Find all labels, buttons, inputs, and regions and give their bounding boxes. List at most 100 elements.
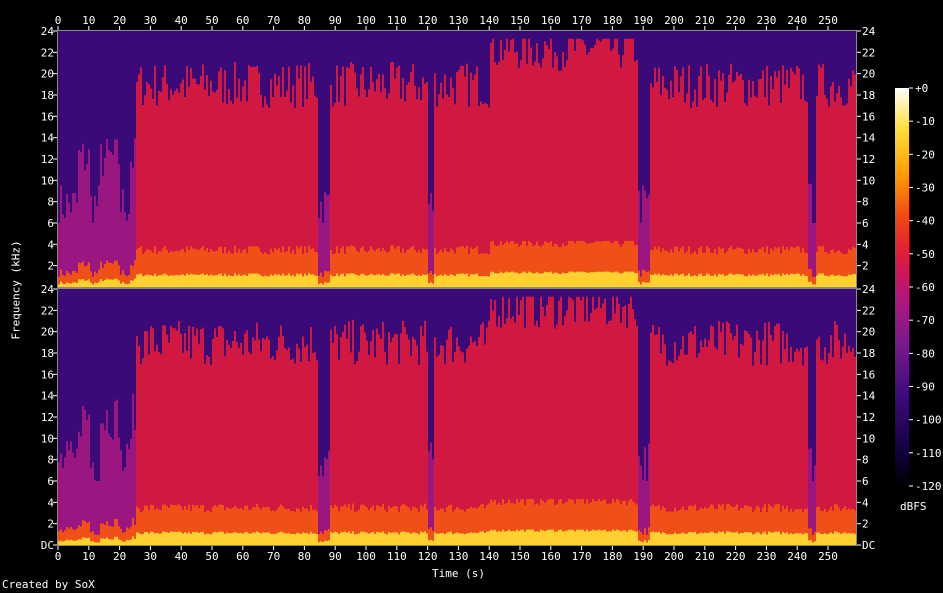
spectrum-column bbox=[172, 531, 174, 545]
spectrum-column bbox=[378, 532, 380, 545]
y-tick-label: 18 bbox=[862, 89, 875, 102]
spectrum-column bbox=[594, 272, 596, 287]
spectrum-column bbox=[292, 274, 294, 287]
spectrum-column bbox=[806, 276, 808, 287]
spectrum-column bbox=[62, 541, 64, 545]
spectrum-column bbox=[404, 531, 406, 545]
spectrum-column bbox=[534, 273, 536, 287]
spectrum-column bbox=[600, 271, 602, 287]
spectrum-column bbox=[392, 273, 394, 287]
spectrum-column bbox=[812, 542, 814, 545]
spectrum-column bbox=[338, 276, 340, 287]
spectrum-column bbox=[584, 531, 586, 545]
spectrum-column bbox=[610, 531, 612, 545]
x-tick-label: 220 bbox=[726, 14, 746, 27]
spectrum-column bbox=[254, 532, 256, 545]
spectrum-column bbox=[260, 533, 262, 545]
spectrum-column bbox=[106, 278, 108, 287]
spectrum-column bbox=[438, 275, 440, 287]
colorbar-tick-label: -110 bbox=[915, 447, 942, 460]
spectrum-column bbox=[328, 540, 330, 545]
x-axis-bottom: 0 10 20 30 40 50 60 70 80 90 100 110 120 130 140 150 160… bbox=[55, 546, 838, 563]
spectrum-column bbox=[100, 538, 102, 545]
spectrum-column bbox=[518, 530, 520, 545]
spectrum-column bbox=[358, 275, 360, 287]
spectrum-column bbox=[302, 276, 304, 287]
spectrum-column bbox=[442, 275, 444, 287]
spectrum-column bbox=[280, 531, 282, 545]
spectrum-column bbox=[726, 531, 728, 545]
spectrum-column bbox=[282, 532, 284, 545]
spectrum-column bbox=[124, 283, 126, 287]
spectrum-column bbox=[846, 276, 848, 287]
spectrum-column bbox=[390, 532, 392, 545]
spectrum-column bbox=[582, 271, 584, 287]
spectrum-column bbox=[340, 274, 342, 287]
spectrum-column bbox=[304, 533, 306, 545]
spectrum-column bbox=[130, 539, 132, 545]
spectrum-column bbox=[640, 284, 642, 287]
spectrum-column bbox=[562, 272, 564, 287]
colorbar-tick-label: -20 bbox=[915, 148, 935, 161]
spectrum-column bbox=[646, 542, 648, 545]
spectrum-column bbox=[418, 275, 420, 287]
spectrum-column bbox=[240, 532, 242, 545]
spectrum-column bbox=[686, 533, 688, 545]
spectrum-column bbox=[670, 274, 672, 287]
spectrum-column bbox=[782, 532, 784, 545]
spectrum-column bbox=[66, 539, 68, 545]
spectrum-column bbox=[300, 534, 302, 545]
spectrum-column bbox=[578, 271, 580, 287]
spectrum-column bbox=[494, 529, 496, 545]
spectrum-column bbox=[854, 533, 856, 545]
spectrum-column bbox=[740, 532, 742, 545]
spectrum-column bbox=[756, 275, 758, 287]
spectrum-column bbox=[604, 529, 606, 545]
spectrum-column bbox=[606, 531, 608, 545]
y-tick-label: 22 bbox=[41, 46, 54, 59]
spectrum-column bbox=[322, 284, 324, 287]
spectrum-column bbox=[610, 272, 612, 287]
spectrum-column bbox=[792, 273, 794, 287]
spectrum-column bbox=[82, 278, 84, 287]
spectrum-column bbox=[636, 273, 638, 287]
spectrum-column bbox=[792, 534, 794, 545]
spectrum-column bbox=[224, 273, 226, 287]
y-axis-label: Frequency (kHz) bbox=[9, 240, 23, 340]
spectrum-column bbox=[98, 281, 100, 287]
spectrum-column bbox=[836, 275, 838, 287]
spectrum-column bbox=[588, 531, 590, 545]
spectrum-column bbox=[318, 542, 320, 545]
spectrum-column bbox=[652, 531, 654, 545]
spectrum-column bbox=[382, 274, 384, 287]
spectrum-column bbox=[564, 273, 566, 287]
spectrum-column bbox=[290, 276, 292, 287]
y-tick-label: 20 bbox=[862, 68, 875, 81]
spectrum-column bbox=[452, 534, 454, 545]
spectrum-column bbox=[150, 275, 152, 287]
spectrum-column bbox=[316, 534, 318, 545]
spectrum-column bbox=[434, 532, 436, 545]
spectrum-column bbox=[166, 274, 168, 287]
x-tick-label: 220 bbox=[726, 550, 746, 563]
y-tick-label: 6 bbox=[862, 475, 869, 488]
y-tick-label: 22 bbox=[862, 304, 875, 317]
spectrum-column bbox=[60, 540, 62, 545]
spectrum-column bbox=[646, 282, 648, 287]
spectrum-column bbox=[380, 275, 382, 287]
spectrum-column bbox=[778, 531, 780, 545]
spectrum-column bbox=[758, 532, 760, 545]
spectrum-column bbox=[558, 273, 560, 287]
spectrum-column bbox=[664, 532, 666, 545]
spectrum-column bbox=[96, 283, 98, 287]
spectrum-column bbox=[352, 273, 354, 287]
spectrum-column bbox=[722, 274, 724, 287]
spectrum-column bbox=[744, 531, 746, 545]
spectrum-column bbox=[364, 275, 366, 287]
spectrum-column bbox=[458, 533, 460, 545]
spectrum-column bbox=[580, 271, 582, 287]
spectrum-column bbox=[456, 273, 458, 287]
spectrum-column bbox=[750, 275, 752, 287]
x-tick-label: 80 bbox=[298, 14, 311, 27]
spectrum-column bbox=[768, 531, 770, 545]
